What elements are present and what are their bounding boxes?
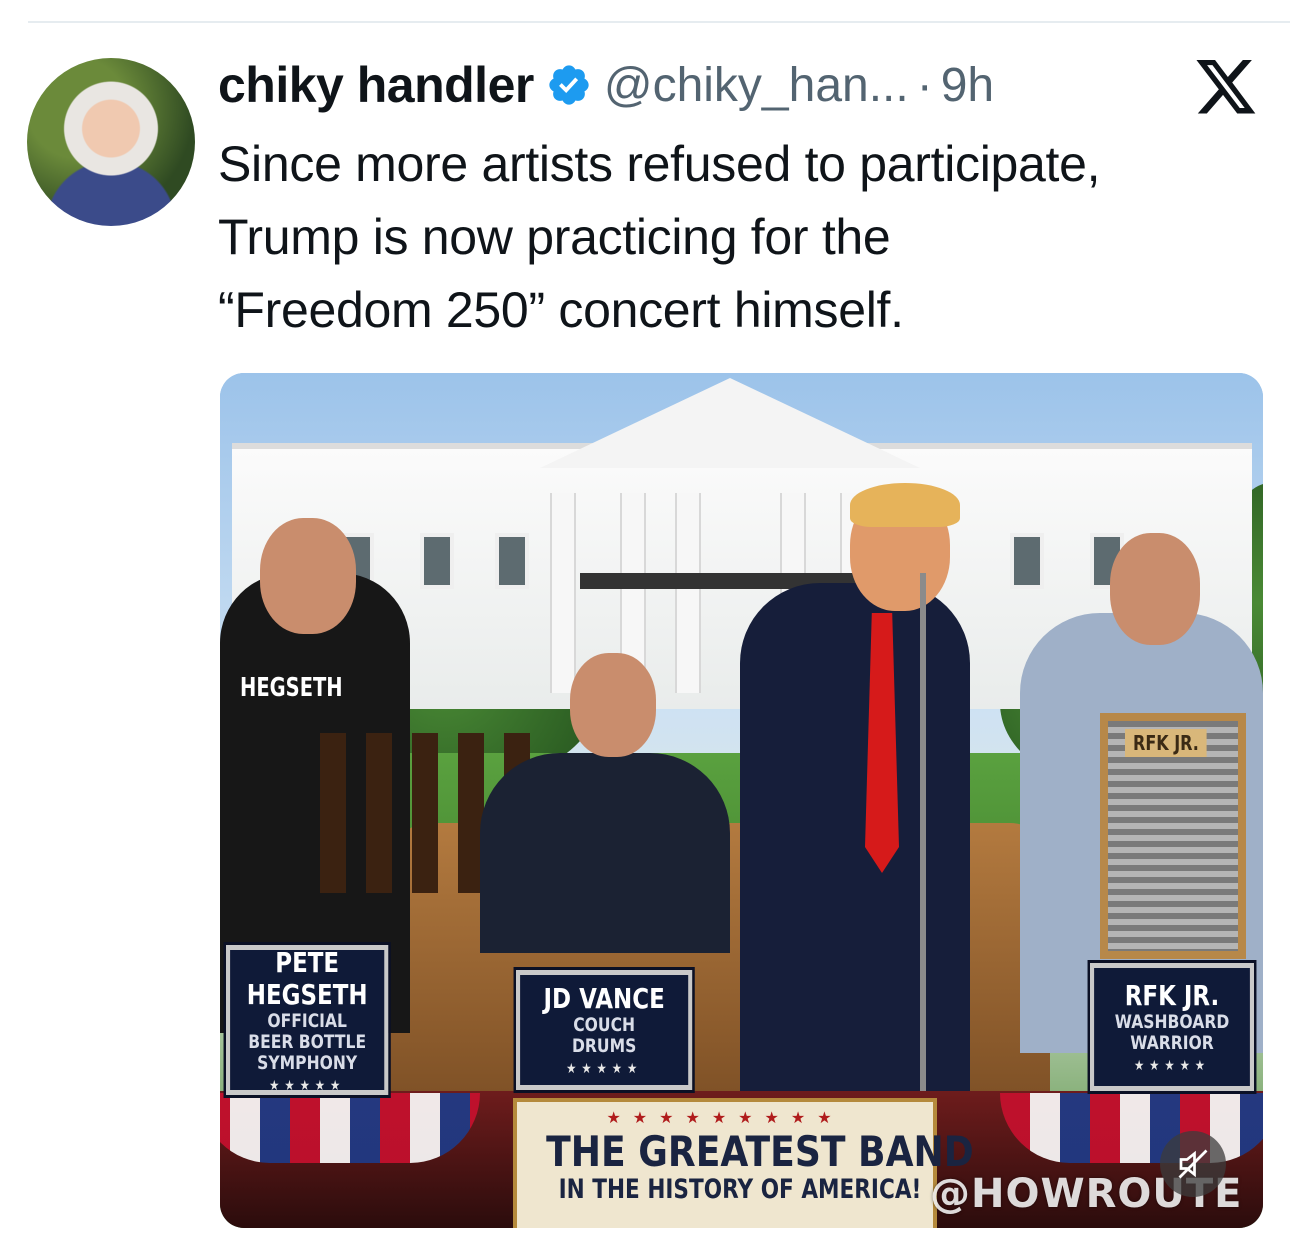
mic-stand — [920, 573, 926, 1133]
x-logo-icon — [1196, 60, 1256, 114]
sign-title: JD VANCE — [543, 982, 665, 1015]
bunting-left — [220, 1093, 480, 1163]
mute-button[interactable] — [1160, 1131, 1226, 1197]
banner-stars: ★★★★★★★★★ — [606, 1108, 844, 1127]
sign-subtitle: WASHBOARD — [1114, 1011, 1230, 1033]
tweet-video[interactable]: HEGSETH RFK JR. PETE HEGSETH OFFICIAL BE… — [220, 373, 1263, 1228]
author-handle[interactable]: @chiky_han... — [604, 58, 909, 113]
musician-right-head — [1110, 533, 1200, 645]
shirt-label: HEGSETH — [240, 673, 343, 703]
window — [495, 533, 529, 589]
speaker-muted-icon — [1178, 1149, 1208, 1179]
sign-stars: ★★★★★ — [566, 1061, 643, 1077]
sign-subtitle: BEER BOTTLE — [248, 1030, 367, 1053]
sign-title: PETE HEGSETH — [246, 945, 368, 1011]
sign-pete-hegseth: PETE HEGSETH OFFICIAL BEER BOTTLE SYMPHO… — [223, 942, 391, 1098]
band-banner: ★★★★★★★★★ THE GREATEST BAND IN THE HISTO… — [513, 1098, 974, 1228]
column — [550, 493, 576, 693]
separator-dot: · — [916, 58, 933, 112]
top-divider — [28, 21, 1290, 23]
sign-stars: ★★★★★ — [269, 1077, 346, 1094]
timestamp[interactable]: 9h — [941, 58, 994, 113]
musician-left-head — [260, 518, 356, 634]
sign-rfk-jr: RFK JR. WASHBOARD WARRIOR ★★★★★ — [1087, 960, 1257, 1094]
drummer-head — [570, 653, 656, 757]
tweet-line: Trump is now practicing for the — [218, 209, 891, 265]
banner-subline: IN THE HISTORY OF AMERICA! — [558, 1174, 922, 1205]
sign-subtitle: SYMPHONY — [257, 1051, 358, 1074]
column — [675, 493, 701, 693]
tweet-text: Since more artists refused to participat… — [218, 128, 1278, 347]
sign-jd-vance: JD VANCE COUCH DRUMS ★★★★★ — [513, 967, 695, 1093]
sign-subtitle: OFFICIAL — [267, 1009, 347, 1032]
window — [1010, 533, 1044, 589]
author-name[interactable]: chiky handler — [218, 56, 534, 114]
washboard-label: RFK JR. — [1125, 729, 1207, 757]
sign-subtitle: DRUMS — [571, 1035, 637, 1057]
banner-headline: THE GREATEST BAND — [546, 1127, 974, 1176]
singer-hair — [850, 483, 960, 527]
drummer — [480, 753, 730, 953]
tweet-line: “Freedom 250” concert himself. — [218, 282, 904, 338]
window — [420, 533, 454, 589]
tweet-line: Since more artists refused to participat… — [218, 136, 1101, 192]
sign-title: RFK JR. — [1124, 979, 1220, 1012]
tweet-header: chiky handler @chiky_han... · 9h — [218, 52, 994, 118]
verified-badge-icon — [549, 65, 589, 105]
sign-subtitle: WARRIOR — [1130, 1032, 1214, 1054]
singer — [740, 583, 970, 1103]
sign-subtitle: COUCH — [573, 1014, 636, 1036]
avatar[interactable] — [27, 58, 195, 226]
sign-stars: ★★★★★ — [1133, 1058, 1211, 1074]
